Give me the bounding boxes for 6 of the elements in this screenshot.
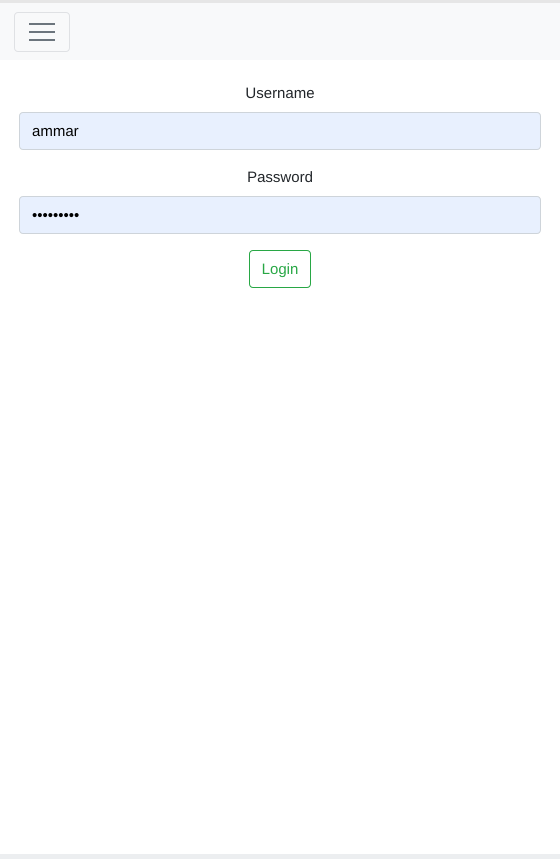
field-label: Username (245, 84, 315, 104)
field-label: Password (247, 168, 313, 188)
menu-icon (29, 22, 55, 42)
input-field[interactable]: ••••••••• (19, 196, 541, 234)
input-field[interactable]: ammar (19, 112, 541, 150)
menu-button[interactable] (14, 12, 70, 52)
